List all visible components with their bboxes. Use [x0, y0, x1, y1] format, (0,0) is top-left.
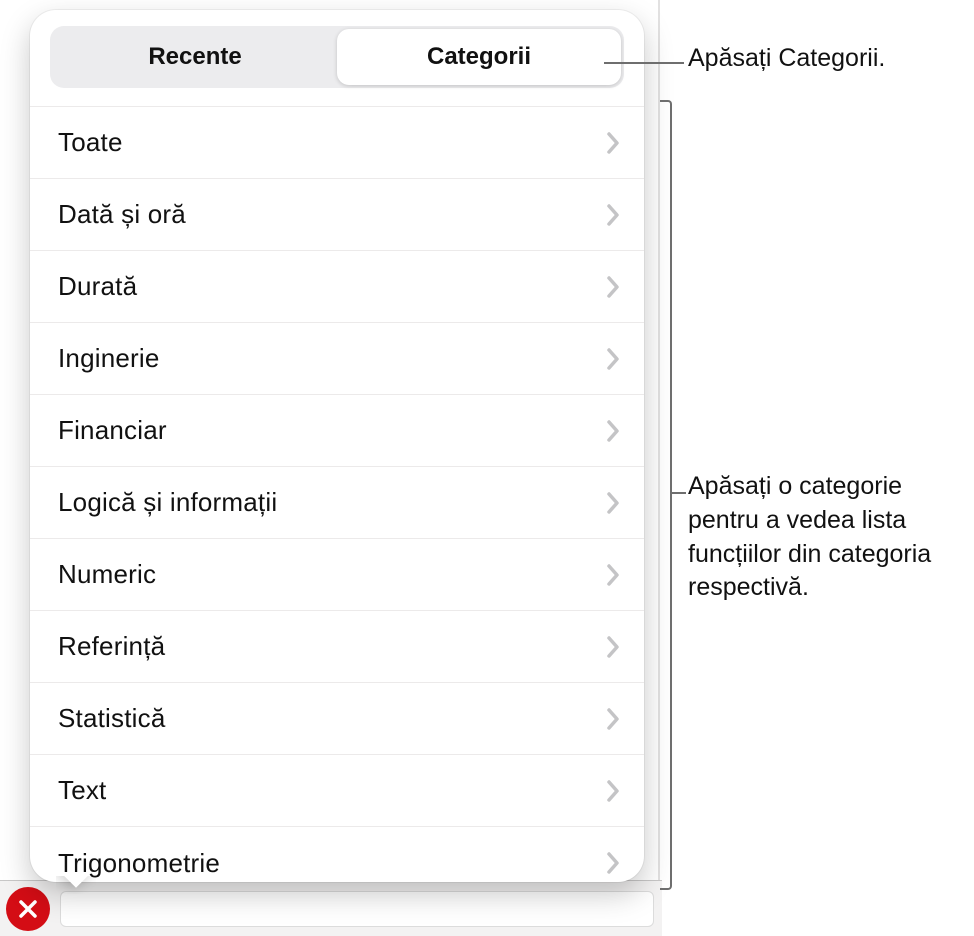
- category-label: Inginerie: [58, 343, 160, 374]
- category-row-financial[interactable]: Financiar: [30, 395, 644, 467]
- chevron-right-icon: [604, 848, 622, 878]
- chevron-right-icon: [604, 560, 622, 590]
- category-row-duration[interactable]: Durată: [30, 251, 644, 323]
- chevron-right-icon: [604, 200, 622, 230]
- category-label: Trigonometrie: [58, 848, 220, 879]
- category-label: Durată: [58, 271, 137, 302]
- tab-categories[interactable]: Categorii: [337, 29, 621, 85]
- category-row-statistical[interactable]: Statistică: [30, 683, 644, 755]
- chevron-right-icon: [604, 128, 622, 158]
- category-row-date-time[interactable]: Dată și oră: [30, 179, 644, 251]
- formula-bar: [0, 880, 662, 936]
- category-label: Logică și informații: [58, 487, 277, 518]
- category-label: Referință: [58, 631, 165, 662]
- cancel-button[interactable]: [6, 887, 50, 931]
- chevron-right-icon: [604, 272, 622, 302]
- segmented-control: Recente Categorii: [50, 26, 624, 88]
- chevron-right-icon: [604, 416, 622, 446]
- category-row-numeric[interactable]: Numeric: [30, 539, 644, 611]
- category-label: Statistică: [58, 703, 166, 734]
- category-label: Toate: [58, 127, 123, 158]
- category-row-logical[interactable]: Logică și informații: [30, 467, 644, 539]
- category-label: Numeric: [58, 559, 156, 590]
- chevron-right-icon: [604, 704, 622, 734]
- tab-recent-label: Recente: [148, 43, 241, 71]
- category-row-all[interactable]: Toate: [30, 107, 644, 179]
- callout-leader: [672, 492, 686, 494]
- category-row-engineering[interactable]: Inginerie: [30, 323, 644, 395]
- chevron-right-icon: [604, 344, 622, 374]
- category-label: Text: [58, 775, 106, 806]
- category-list: Toate Dată și oră Durată Inginerie: [30, 106, 644, 882]
- popover-tail: [56, 876, 96, 894]
- category-row-trigonometry[interactable]: Trigonometrie: [30, 827, 644, 882]
- category-label: Dată și oră: [58, 199, 186, 230]
- close-icon: [17, 898, 39, 920]
- tab-categories-label: Categorii: [427, 43, 531, 71]
- chevron-right-icon: [604, 488, 622, 518]
- function-browser-popover: Recente Categorii Toate Dată și oră: [30, 10, 644, 882]
- category-row-text[interactable]: Text: [30, 755, 644, 827]
- chevron-right-icon: [604, 632, 622, 662]
- callout-leader: [604, 62, 684, 64]
- callout-tap-categories: Apăsați Categorii.: [688, 42, 958, 76]
- formula-input[interactable]: [60, 891, 654, 927]
- tab-recent[interactable]: Recente: [53, 29, 337, 85]
- chevron-right-icon: [604, 776, 622, 806]
- category-label: Financiar: [58, 415, 167, 446]
- callout-bracket: [660, 100, 672, 890]
- callout-tap-category: Apăsați o categorie pentru a vedea lista…: [688, 470, 968, 605]
- category-row-reference[interactable]: Referință: [30, 611, 644, 683]
